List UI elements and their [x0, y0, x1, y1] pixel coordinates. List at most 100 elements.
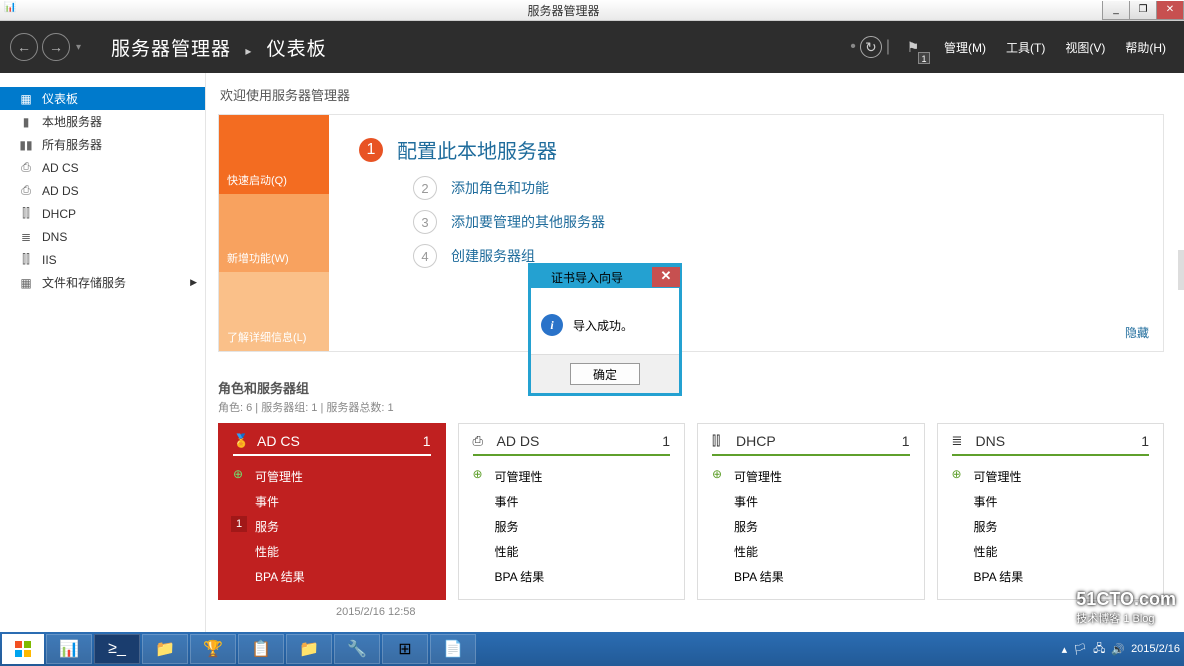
sidebar-item-dns[interactable]: ≣DNS — [0, 225, 205, 248]
tray-flag-icon[interactable]: 🏳 — [1073, 643, 1087, 656]
role-card-dns[interactable]: ≣DNS1 可管理性 事件 服务 性能 BPA 结果 — [937, 423, 1165, 600]
minimize-button[interactable]: _ — [1102, 1, 1130, 20]
tray-volume-icon[interactable]: 🔊 — [1111, 643, 1125, 656]
role-item-performance[interactable]: 性能 — [473, 539, 671, 564]
sidebar-item-label: 本地服务器 — [42, 113, 102, 130]
role-item-events[interactable]: 事件 — [233, 489, 431, 514]
sidebar-item-storage[interactable]: ▦文件和存储服务▶ — [0, 271, 205, 294]
tray-network-icon[interactable]: 🖧 — [1093, 640, 1105, 659]
role-item-performance[interactable]: 性能 — [233, 539, 431, 564]
sidebar-item-dashboard[interactable]: ▦ 仪表板 — [0, 87, 205, 110]
tab-whats-new[interactable]: 新增功能(W) — [219, 194, 329, 273]
role-item-services[interactable]: 服务 — [473, 514, 671, 539]
step-number-icon: 3 — [413, 210, 437, 234]
scrollbar-handle[interactable] — [1178, 250, 1184, 290]
role-item-events[interactable]: 事件 — [473, 489, 671, 514]
taskbar-app-2[interactable]: 📋 — [238, 634, 284, 664]
breadcrumb: 服务器管理器 ▸ 仪表板 — [111, 34, 327, 61]
taskbar-app-4[interactable]: 🔧 — [334, 634, 380, 664]
role-item-manageability[interactable]: 可管理性 — [712, 464, 910, 489]
role-item-bpa[interactable]: BPA 结果 — [473, 564, 671, 589]
adcs-icon: ⎙ — [18, 160, 34, 175]
hide-link[interactable]: 隐藏 — [1125, 324, 1149, 341]
servers-icon: ▮▮ — [18, 138, 34, 152]
taskbar-app-3[interactable]: 📁 — [286, 634, 332, 664]
role-item-events[interactable]: 事件 — [952, 489, 1150, 514]
import-dialog: 证书导入向导 ✕ i 导入成功。 确定 — [528, 263, 682, 396]
role-card-adcs[interactable]: 🏅AD CS1 可管理性 事件 服务 性能 BPA 结果 — [218, 423, 446, 600]
roles-timestamp: 2015/2/16 12:58 — [336, 606, 1164, 618]
sidebar-item-label: 仪表板 — [42, 90, 78, 107]
dialog-ok-button[interactable]: 确定 — [570, 363, 640, 385]
maximize-button[interactable]: ❐ — [1129, 1, 1157, 20]
sidebar-item-iis[interactable]: ⫿⫿IIS — [0, 248, 205, 271]
menu-manage[interactable]: 管理(M) — [936, 39, 994, 56]
role-item-performance[interactable]: 性能 — [712, 539, 910, 564]
step-add-servers[interactable]: 3添加要管理的其他服务器 — [413, 210, 1143, 234]
menu-help[interactable]: 帮助(H) — [1117, 39, 1174, 56]
step-configure-server[interactable]: 1配置此本地服务器 — [359, 135, 1143, 164]
dns-icon: ≣ — [18, 230, 34, 244]
chevron-right-icon: ▸ — [245, 44, 252, 58]
sidebar-item-dhcp[interactable]: ⫿⫿ DHCP — [0, 202, 205, 225]
dialog-close-button[interactable]: ✕ — [652, 267, 680, 287]
taskbar-explorer[interactable]: 📁 — [142, 634, 188, 664]
tab-learn-more[interactable]: 了解详细信息(L) — [219, 272, 329, 351]
role-item-manageability[interactable]: 可管理性 — [952, 464, 1150, 489]
role-item-bpa[interactable]: BPA 结果 — [952, 564, 1150, 589]
sidebar-item-local-server[interactable]: ▮本地服务器 — [0, 110, 205, 133]
taskbar-app-6[interactable]: 📄 — [430, 634, 476, 664]
content-area: 欢迎使用服务器管理器 快速启动(Q) 新增功能(W) 了解详细信息(L) 1配置… — [206, 73, 1184, 632]
dialog-message: 导入成功。 — [573, 317, 633, 334]
sidebar-item-adcs[interactable]: ⎙AD CS — [0, 156, 205, 179]
taskbar-app-5[interactable]: ⊞ — [382, 634, 428, 664]
tray-clock[interactable]: 2015/2/16 — [1131, 643, 1180, 656]
close-button[interactable]: ✕ — [1156, 1, 1184, 20]
sidebar-item-label: DHCP — [42, 207, 76, 221]
iis-icon: ⫿⫿ — [18, 252, 34, 267]
adds-icon: ⎙ — [18, 183, 34, 198]
system-tray[interactable]: ▴ 🏳 🖧 🔊 2015/2/16 — [1062, 640, 1184, 659]
nav-back-button[interactable]: ← — [10, 33, 38, 61]
nav-dropdown-icon[interactable]: ▾ — [76, 42, 81, 53]
menu-view[interactable]: 视图(V) — [1057, 39, 1113, 56]
role-item-events[interactable]: 事件 — [712, 489, 910, 514]
role-item-services[interactable]: 服务 — [712, 514, 910, 539]
role-item-services[interactable]: 服务 — [233, 514, 431, 539]
adds-icon: ⎙ — [473, 433, 491, 449]
dns-icon: ≣ — [952, 433, 970, 449]
tray-up-icon[interactable]: ▴ — [1062, 643, 1068, 656]
step-add-roles[interactable]: 2添加角色和功能 — [413, 176, 1143, 200]
tab-quick-start[interactable]: 快速启动(Q) — [219, 115, 329, 194]
dashboard-icon: ▦ — [18, 92, 34, 106]
breadcrumb-root[interactable]: 服务器管理器 — [111, 39, 231, 60]
step-number-icon: 2 — [413, 176, 437, 200]
sidebar-item-adds[interactable]: ⎙AD DS — [0, 179, 205, 202]
info-icon: i — [541, 314, 563, 336]
step-create-group[interactable]: 4创建服务器组 — [413, 244, 1143, 268]
role-card-adds[interactable]: ⎙AD DS1 可管理性 事件 服务 性能 BPA 结果 — [458, 423, 686, 600]
sidebar-item-label: 文件和存储服务 — [42, 274, 126, 291]
welcome-panel: 快速启动(Q) 新增功能(W) 了解详细信息(L) 1配置此本地服务器 2添加角… — [218, 114, 1164, 352]
role-item-bpa[interactable]: BPA 结果 — [233, 564, 431, 589]
sidebar-item-all-servers[interactable]: ▮▮所有服务器 — [0, 133, 205, 156]
role-item-manageability[interactable]: 可管理性 — [473, 464, 671, 489]
nav-forward-button[interactable]: → — [42, 33, 70, 61]
step-number-icon: 1 — [359, 138, 383, 162]
refresh-button[interactable]: ↻ — [860, 36, 882, 58]
role-card-dhcp[interactable]: ⫿⫿DHCP1 可管理性 事件 服务 性能 BPA 结果 — [697, 423, 925, 600]
taskbar-server-manager[interactable]: 📊 — [46, 634, 92, 664]
sidebar: ▦ 仪表板 ▮本地服务器 ▮▮所有服务器 ⎙AD CS ⎙AD DS ⫿⫿ DHCP… — [0, 73, 206, 632]
window-titlebar: 📊 服务器管理器 _ ❐ ✕ — [0, 0, 1184, 21]
role-item-manageability[interactable]: 可管理性 — [233, 464, 431, 489]
start-button[interactable] — [2, 634, 44, 664]
notifications-button[interactable]: ⚑1 — [900, 34, 926, 60]
role-item-performance[interactable]: 性能 — [952, 539, 1150, 564]
role-item-services[interactable]: 服务 — [952, 514, 1150, 539]
menu-tools[interactable]: 工具(T) — [998, 39, 1053, 56]
taskbar-app-1[interactable]: 🏆 — [190, 634, 236, 664]
taskbar-powershell[interactable]: ≥_ — [94, 634, 140, 664]
role-item-bpa[interactable]: BPA 结果 — [712, 564, 910, 589]
dhcp-icon: ⫿⫿ — [18, 206, 34, 221]
dhcp-icon: ⫿⫿ — [712, 433, 730, 449]
